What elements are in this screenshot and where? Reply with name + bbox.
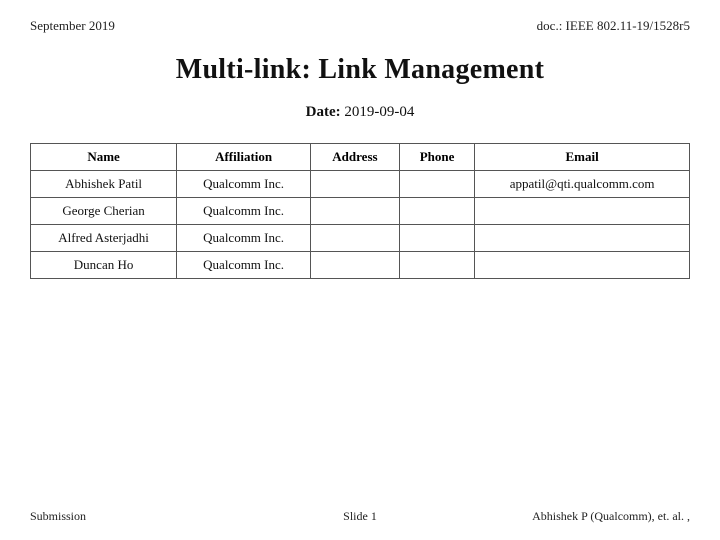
header-date: September 2019: [30, 18, 115, 34]
footer-author: Abhishek P (Qualcomm), et. al. ,: [532, 509, 690, 524]
col-affiliation: Affiliation: [177, 144, 311, 171]
cell-name: Duncan Ho: [31, 252, 177, 279]
table-row: Duncan HoQualcomm Inc.: [31, 252, 690, 279]
authors-table: Name Affiliation Address Phone Email Abh…: [30, 143, 690, 279]
page: September 2019 doc.: IEEE 802.11-19/1528…: [0, 0, 720, 540]
cell-name: George Cherian: [31, 198, 177, 225]
cell-phone: [399, 171, 474, 198]
cell-phone: [399, 252, 474, 279]
date-label: Date:: [306, 104, 341, 120]
cell-name: Alfred Asterjadhi: [31, 225, 177, 252]
cell-affiliation: Qualcomm Inc.: [177, 198, 311, 225]
table-row: Abhishek PatilQualcomm Inc. appatil@qti.q…: [31, 171, 690, 198]
footer-slide: Slide 1: [343, 509, 377, 524]
cell-phone: [399, 198, 474, 225]
header-row: September 2019 doc.: IEEE 802.11-19/1528…: [30, 18, 690, 34]
table-row: George CherianQualcomm Inc.: [31, 198, 690, 225]
cell-name: Abhishek Patil: [31, 171, 177, 198]
col-email: Email: [475, 144, 690, 171]
cell-email: [475, 198, 690, 225]
cell-affiliation: Qualcomm Inc.: [177, 171, 311, 198]
header-doc: doc.: IEEE 802.11-19/1528r5: [537, 18, 690, 34]
table-header-row: Name Affiliation Address Phone Email: [31, 144, 690, 171]
cell-affiliation: Qualcomm Inc.: [177, 252, 311, 279]
cell-address: [311, 198, 400, 225]
date-value: 2019-09-04: [344, 104, 414, 120]
col-name: Name: [31, 144, 177, 171]
cell-phone: [399, 225, 474, 252]
cell-address: [311, 171, 400, 198]
col-address: Address: [311, 144, 400, 171]
cell-address: [311, 225, 400, 252]
col-phone: Phone: [399, 144, 474, 171]
cell-affiliation: Qualcomm Inc.: [177, 225, 311, 252]
footer-submission: Submission: [30, 509, 86, 524]
footer-row: Submission Slide 1 Abhishek P (Qualcomm)…: [30, 509, 690, 524]
cell-address: [311, 252, 400, 279]
page-title: Multi-link: Link Management: [30, 54, 690, 86]
date-line: Date: 2019-09-04: [30, 104, 690, 121]
cell-email: appatil@qti.qualcomm.com: [475, 171, 690, 198]
cell-email: [475, 252, 690, 279]
table-row: Alfred AsterjadhiQualcomm Inc.: [31, 225, 690, 252]
cell-email: [475, 225, 690, 252]
